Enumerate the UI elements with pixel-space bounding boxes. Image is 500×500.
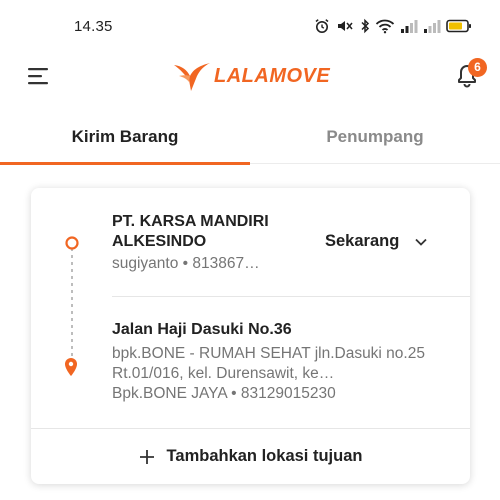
service-tabs: Kirim Barang Penumpang xyxy=(0,112,500,165)
mute-icon xyxy=(338,21,353,31)
pickup-title: PT. KARSA MANDIRI ALKESINDO xyxy=(112,213,269,250)
add-destination-label: Tambahkan lokasi tujuan xyxy=(166,447,363,465)
signal-icon xyxy=(424,20,441,33)
dropoff-location[interactable]: Jalan Haji Dasuki No.36 bpk.BONE - RUMAH… xyxy=(31,297,470,428)
pickup-time-dropdown[interactable]: Sekarang xyxy=(325,232,429,251)
lalamove-logo: LALAMOVE xyxy=(172,54,330,98)
tab-penumpang[interactable]: Penumpang xyxy=(250,112,500,164)
status-bar: 14.35 xyxy=(0,0,500,48)
hamburger-menu-icon xyxy=(28,68,48,85)
status-icons xyxy=(314,16,472,36)
chevron-down-icon xyxy=(415,238,427,246)
app-header: LALAMOVE 6 xyxy=(0,50,500,102)
pickup-contact: sugiyanto • 813867… xyxy=(112,255,260,272)
dropoff-address: bpk.BONE - RUMAH SEHAT jln.Dasuki no.25 … xyxy=(112,345,425,382)
dropoff-contact: Bpk.BONE JAYA • 83129015230 xyxy=(112,385,336,402)
add-destination-button[interactable]: Tambahkan lokasi tujuan xyxy=(31,429,470,484)
dropoff-pin-icon xyxy=(65,358,77,376)
notification-button[interactable]: 6 xyxy=(450,56,490,96)
alarm-icon xyxy=(315,19,329,33)
bluetooth-icon xyxy=(361,18,370,34)
logo-text: LALAMOVE xyxy=(214,64,331,87)
menu-button[interactable] xyxy=(26,64,52,88)
battery-icon xyxy=(446,19,471,33)
signal-icon xyxy=(401,20,418,33)
tab-kirim-barang[interactable]: Kirim Barang xyxy=(0,112,250,165)
pickup-marker-icon xyxy=(65,236,79,250)
wifi-icon xyxy=(375,19,395,34)
pickup-location[interactable]: PT. KARSA MANDIRI ALKESINDO sugiyanto • … xyxy=(31,188,470,296)
plus-icon xyxy=(139,449,154,464)
pickup-time-label: Sekarang xyxy=(325,232,400,250)
bird-logo-icon xyxy=(174,63,210,91)
dropoff-title: Jalan Haji Dasuki No.36 xyxy=(112,321,292,338)
notification-badge: 6 xyxy=(468,58,487,77)
status-time: 14.35 xyxy=(74,18,113,35)
route-card: PT. KARSA MANDIRI ALKESINDO sugiyanto • … xyxy=(31,188,470,484)
